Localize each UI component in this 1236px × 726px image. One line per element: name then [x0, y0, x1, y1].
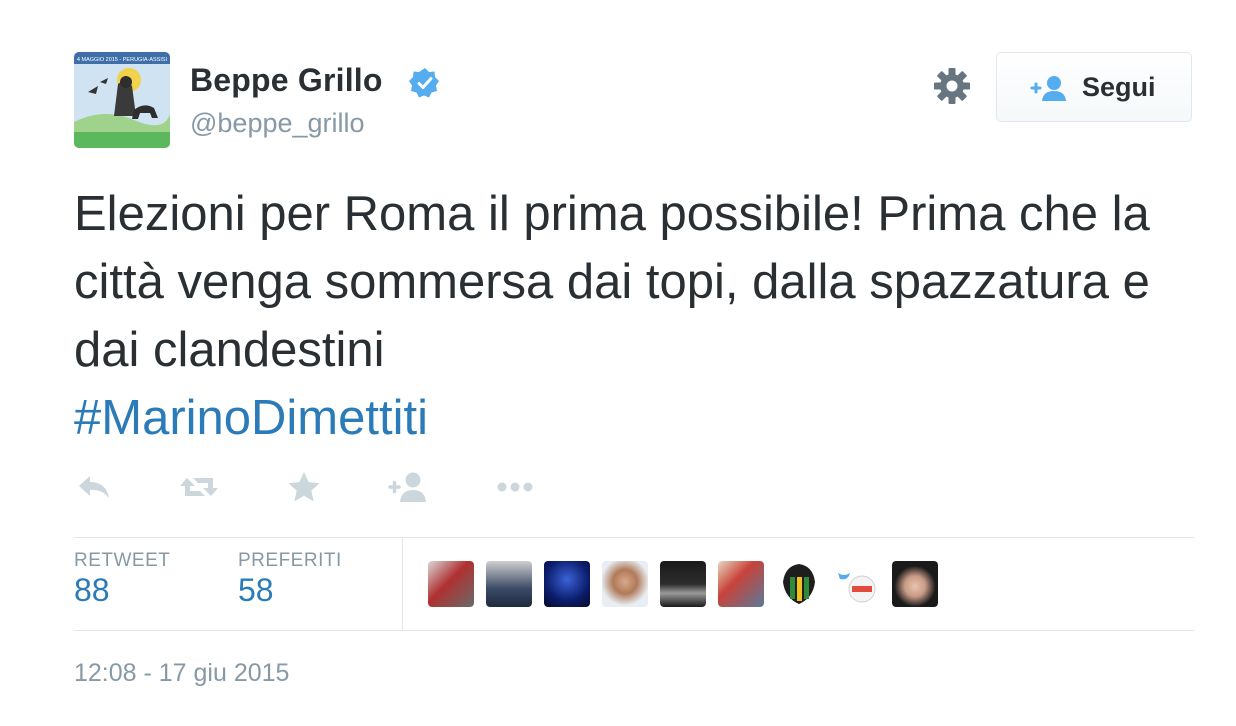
- user-name[interactable]: Beppe Grillo: [190, 62, 383, 99]
- favoriter-avatar[interactable]: [544, 561, 590, 607]
- favoriter-avatar[interactable]: [834, 561, 880, 607]
- favorites-stat[interactable]: PREFERITI 58: [238, 550, 342, 609]
- stats-bottom-divider: [74, 630, 1194, 631]
- avatar-image: 4 MAGGIO 2015 - PERUGIA-ASSISI: [74, 52, 170, 148]
- avatar-banner-text: 4 MAGGIO 2015 - PERUGIA-ASSISI: [77, 57, 168, 63]
- retweet-icon[interactable]: [178, 470, 220, 504]
- bird-badge-icon: [838, 573, 876, 603]
- favorites-stat-value: 58: [238, 572, 274, 608]
- stats-vertical-divider: [402, 538, 403, 630]
- follow-button-label: Segui: [1082, 72, 1156, 102]
- hashtag-link[interactable]: #MarinoDimettiti: [74, 384, 1194, 452]
- tweet-body: Elezioni per Roma il prima possibile! Pr…: [74, 187, 1150, 377]
- retweet-stat-label: RETWEET: [74, 550, 171, 571]
- team-shield-icon: [783, 564, 815, 604]
- tweet-timestamp[interactable]: 12:08 - 17 giu 2015: [74, 659, 289, 688]
- favoriter-avatar[interactable]: [486, 561, 532, 607]
- stats-top-divider: [74, 537, 1194, 538]
- retweet-stat[interactable]: RETWEET 88: [74, 550, 170, 609]
- favoriter-avatar[interactable]: [718, 561, 764, 607]
- more-icon[interactable]: [496, 470, 536, 504]
- favoriter-avatar[interactable]: [428, 561, 474, 607]
- follow-icon[interactable]: [388, 470, 428, 504]
- retweet-stat-value: 88: [74, 572, 110, 608]
- verified-badge-icon: [409, 68, 439, 98]
- favorites-stat-label: PREFERITI: [238, 550, 342, 571]
- gear-icon[interactable]: [932, 66, 972, 106]
- favorite-icon[interactable]: [287, 470, 321, 504]
- avatar[interactable]: 4 MAGGIO 2015 - PERUGIA-ASSISI: [74, 52, 170, 148]
- follow-button[interactable]: Segui: [996, 52, 1192, 122]
- favoriter-avatar[interactable]: [602, 561, 648, 607]
- favoriter-avatar[interactable]: [776, 561, 822, 607]
- reply-icon[interactable]: [76, 470, 112, 504]
- add-user-icon: [1030, 76, 1066, 101]
- favoriter-avatar[interactable]: [660, 561, 706, 607]
- tweet-text: Elezioni per Roma il prima possibile! Pr…: [74, 180, 1194, 452]
- user-handle[interactable]: @beppe_grillo: [190, 108, 365, 139]
- favoriter-avatar[interactable]: [892, 561, 938, 607]
